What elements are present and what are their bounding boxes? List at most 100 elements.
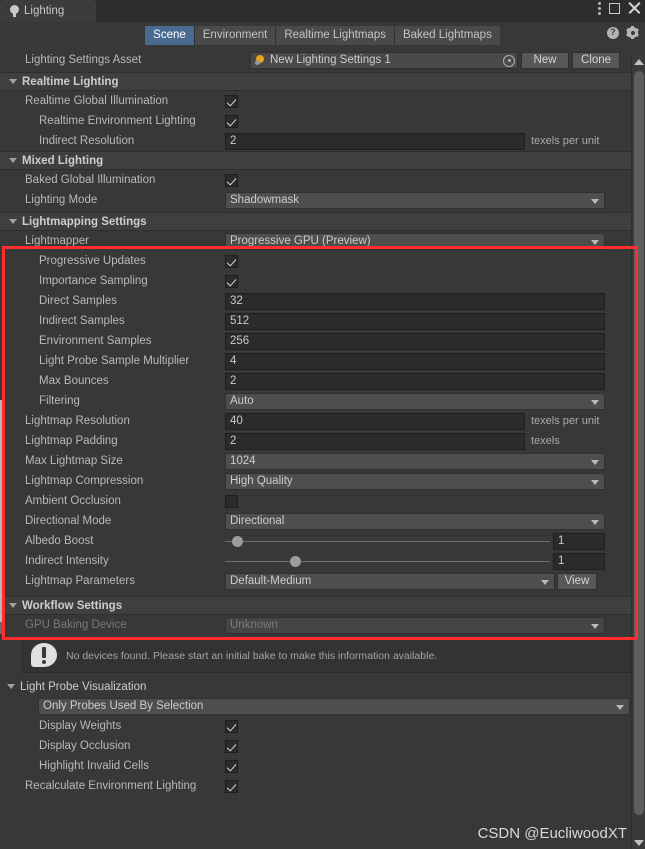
section-realtime-lighting[interactable]: Realtime Lighting bbox=[0, 72, 645, 91]
row-environment-samples: Environment Samples 256 bbox=[0, 331, 645, 351]
baked-global-illumination-checkbox[interactable] bbox=[225, 173, 238, 187]
tab-realtime-lightmaps[interactable]: Realtime Lightmaps bbox=[276, 25, 395, 45]
row-label: Realtime Global Illumination bbox=[25, 95, 169, 107]
lighting-window: Lighting Scene Environment Realtime Ligh… bbox=[0, 0, 645, 849]
object-picker-icon[interactable] bbox=[503, 54, 515, 67]
section-light-probe-visualization[interactable]: Light Probe Visualization bbox=[0, 677, 645, 696]
light-probe-visualization-dropdown[interactable]: Only Probes Used By Selection bbox=[38, 697, 630, 715]
recalculate-environment-lighting-checkbox[interactable] bbox=[225, 779, 238, 793]
tab-environment-label: Environment bbox=[202, 29, 268, 41]
indirect-intensity-slider[interactable] bbox=[225, 553, 550, 570]
gpu-baking-device-dropdown[interactable]: Unknown bbox=[225, 616, 605, 634]
display-occlusion-checkbox[interactable] bbox=[225, 739, 238, 753]
chevron-down-icon bbox=[541, 579, 549, 585]
slider-thumb[interactable] bbox=[231, 535, 243, 547]
display-weights-checkbox[interactable] bbox=[225, 719, 238, 733]
lightmap-parameters-dropdown[interactable]: Default-Medium bbox=[225, 572, 555, 590]
row-gpu-baking-device: GPU Baking Device Unknown bbox=[0, 615, 645, 635]
row-label: Environment Samples bbox=[39, 335, 152, 347]
row-label: Indirect Resolution bbox=[39, 135, 135, 147]
lightmap-parameters-view-button[interactable]: View bbox=[557, 572, 597, 590]
importance-sampling-checkbox[interactable] bbox=[225, 274, 238, 288]
vertical-scrollbar[interactable] bbox=[631, 55, 645, 849]
chevron-down-icon bbox=[591, 623, 599, 629]
section-workflow-settings[interactable]: Workflow Settings bbox=[0, 596, 645, 615]
section-lightmapping-settings[interactable]: Lightmapping Settings bbox=[0, 212, 645, 231]
progressive-updates-checkbox[interactable] bbox=[225, 254, 238, 268]
tab-realtime-lightmaps-label: Realtime Lightmaps bbox=[284, 29, 386, 41]
chevron-down-icon bbox=[9, 79, 17, 84]
close-icon[interactable] bbox=[628, 2, 641, 15]
chevron-down-icon bbox=[591, 198, 599, 204]
row-label: Lighting Mode bbox=[25, 194, 98, 206]
row-indirect-samples: Indirect Samples 512 bbox=[0, 311, 645, 331]
directional-mode-dropdown[interactable]: Directional bbox=[225, 512, 605, 530]
chevron-down-icon bbox=[591, 519, 599, 525]
tab-baked-lightmaps[interactable]: Baked Lightmaps bbox=[394, 25, 500, 45]
max-lightmap-size-value: 1024 bbox=[230, 455, 256, 467]
row-label: Ambient Occlusion bbox=[25, 495, 121, 507]
tab-scene[interactable]: Scene bbox=[145, 25, 195, 45]
lightmap-padding-unit: texels bbox=[531, 435, 560, 447]
lightmap-resolution-input[interactable]: 40 bbox=[225, 412, 525, 430]
row-importance-sampling: Importance Sampling bbox=[0, 271, 645, 291]
row-baked-global-illumination: Baked Global Illumination bbox=[0, 170, 645, 190]
environment-samples-input[interactable]: 256 bbox=[225, 332, 605, 350]
row-label: Light Probe Sample Multiplier bbox=[39, 355, 190, 367]
filtering-dropdown[interactable]: Auto bbox=[225, 392, 605, 410]
gpu-baking-device-value: Unknown bbox=[230, 619, 278, 631]
max-bounces-input[interactable]: 2 bbox=[225, 372, 605, 390]
new-button[interactable]: New bbox=[521, 51, 569, 69]
row-label: Realtime Environment Lighting bbox=[39, 115, 196, 127]
row-light-probe-mode: Only Probes Used By Selection bbox=[0, 696, 645, 716]
row-albedo-boost: Albedo Boost 1 bbox=[0, 531, 645, 551]
row-label: Recalculate Environment Lighting bbox=[25, 780, 197, 792]
lightmap-padding-input[interactable]: 2 bbox=[225, 432, 525, 450]
scroll-down-icon[interactable] bbox=[632, 836, 645, 849]
lightmap-compression-dropdown[interactable]: High Quality bbox=[225, 472, 605, 490]
lightmap-resolution-unit: texels per unit bbox=[531, 415, 600, 427]
max-lightmap-size-dropdown[interactable]: 1024 bbox=[225, 452, 605, 470]
row-label: Filtering bbox=[39, 395, 80, 407]
maximize-icon[interactable] bbox=[609, 3, 620, 14]
gear-icon[interactable] bbox=[626, 26, 639, 39]
indirect-resolution-input[interactable]: 2 bbox=[225, 132, 525, 150]
lighting-mode-dropdown[interactable]: Shadowmask bbox=[225, 191, 605, 209]
realtime-environment-lighting-checkbox[interactable] bbox=[225, 114, 238, 128]
section-mixed-lighting-title: Mixed Lighting bbox=[22, 154, 104, 167]
light-probe-sample-multiplier-input[interactable]: 4 bbox=[225, 352, 605, 370]
albedo-boost-input[interactable]: 1 bbox=[553, 532, 605, 550]
direct-samples-input[interactable]: 32 bbox=[225, 292, 605, 310]
slider-track bbox=[225, 540, 550, 542]
section-mixed-lighting[interactable]: Mixed Lighting bbox=[0, 151, 645, 170]
indirect-samples-input[interactable]: 512 bbox=[225, 312, 605, 330]
lighting-settings-asset-field[interactable]: New Lighting Settings 1 bbox=[250, 51, 518, 69]
window-controls bbox=[598, 2, 641, 15]
row-label: Direct Samples bbox=[39, 295, 117, 307]
row-label: Lightmap Parameters bbox=[25, 575, 135, 587]
scrollbar-thumb[interactable] bbox=[634, 71, 644, 815]
tab-lighting[interactable]: Lighting bbox=[0, 0, 96, 22]
chevron-down-icon bbox=[591, 399, 599, 405]
light-probe-visualization-value: Only Probes Used By Selection bbox=[43, 700, 204, 712]
albedo-boost-slider[interactable] bbox=[225, 533, 550, 550]
row-label: Display Occlusion bbox=[39, 740, 131, 752]
ambient-occlusion-checkbox[interactable] bbox=[225, 494, 238, 508]
realtime-global-illumination-checkbox[interactable] bbox=[225, 94, 238, 108]
indirect-intensity-input[interactable]: 1 bbox=[553, 552, 605, 570]
slider-thumb[interactable] bbox=[290, 555, 301, 567]
row-label: Lightmap Resolution bbox=[25, 415, 130, 427]
filtering-value: Auto bbox=[230, 395, 254, 407]
row-label: Lightmap Padding bbox=[25, 435, 118, 447]
tab-environment[interactable]: Environment bbox=[194, 25, 277, 45]
chevron-down-icon bbox=[9, 158, 17, 163]
lightmap-parameters-value: Default-Medium bbox=[230, 575, 312, 587]
row-label: Albedo Boost bbox=[25, 535, 94, 547]
row-label: Max Bounces bbox=[39, 375, 109, 387]
highlight-invalid-cells-checkbox[interactable] bbox=[225, 759, 238, 773]
clone-button[interactable]: Clone bbox=[572, 51, 620, 69]
help-icon[interactable]: ? bbox=[607, 26, 619, 39]
kebab-menu-icon[interactable] bbox=[598, 2, 601, 15]
lightmapper-dropdown[interactable]: Progressive GPU (Preview) bbox=[225, 232, 605, 250]
scroll-up-icon[interactable] bbox=[632, 55, 645, 68]
